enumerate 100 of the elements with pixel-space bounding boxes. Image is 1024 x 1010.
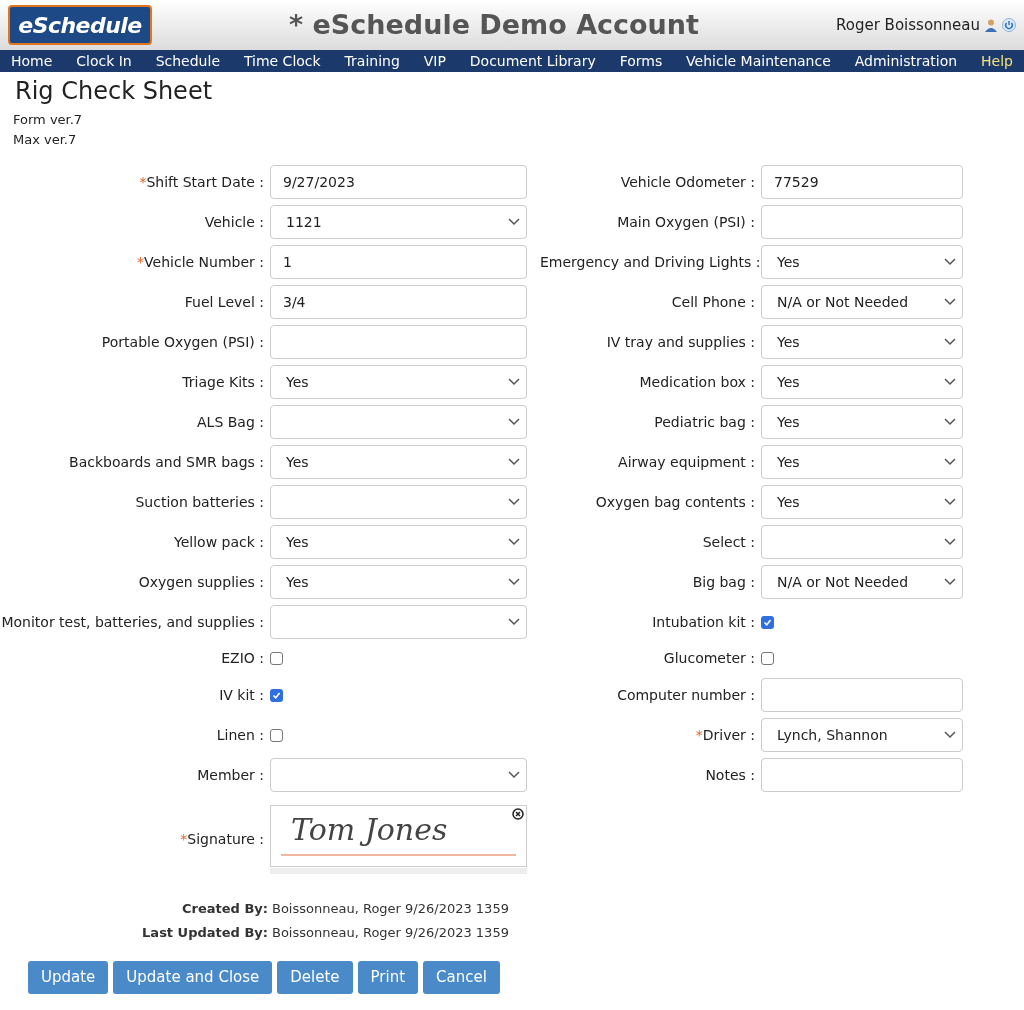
- select-field[interactable]: Yes: [761, 485, 963, 519]
- field-label: EZIO :: [221, 650, 264, 666]
- action-button[interactable]: Print: [357, 961, 419, 994]
- nav-link[interactable]: Training: [344, 50, 400, 72]
- signature-pad[interactable]: Tom Jones: [270, 804, 527, 867]
- action-button[interactable]: Delete: [277, 961, 353, 994]
- audit-label: Created By:: [181, 900, 269, 918]
- action-button[interactable]: Update and Close: [113, 961, 273, 994]
- nav-link[interactable]: Administration: [854, 50, 958, 72]
- field-label: Intubation kit :: [652, 613, 755, 630]
- field-label: Vehicle :: [204, 213, 264, 230]
- select-field[interactable]: Yes: [270, 565, 527, 599]
- chevron-down-icon: [944, 418, 956, 426]
- select-field[interactable]: [761, 525, 963, 559]
- field-label: *Vehicle Number :: [137, 253, 264, 270]
- field-label: Oxygen supplies :: [138, 573, 264, 590]
- select-field[interactable]: Yes: [761, 365, 963, 399]
- checkbox[interactable]: [761, 652, 774, 665]
- select-field[interactable]: N/A or Not Needed: [761, 285, 963, 319]
- audit-value: Boissonneau, Roger 9/26/2023 1359: [272, 924, 509, 942]
- chevron-down-icon: [508, 771, 520, 779]
- checkbox[interactable]: [270, 688, 283, 702]
- nav-link[interactable]: VIP: [423, 50, 446, 72]
- nav-link[interactable]: Schedule: [155, 50, 220, 72]
- field-label: IV kit :: [219, 686, 264, 703]
- action-button[interactable]: Update: [28, 961, 109, 994]
- chevron-down-icon: [944, 731, 956, 739]
- field-label: Computer number :: [617, 686, 755, 703]
- field-label: *Driver :: [695, 726, 755, 743]
- close-icon[interactable]: [512, 807, 524, 820]
- select-field[interactable]: Yes: [270, 365, 527, 399]
- field-label: Oxygen bag contents :: [595, 493, 755, 510]
- field-label: Monitor test, batteries, and supplies :: [1, 613, 264, 630]
- text-field[interactable]: 77529: [761, 165, 963, 199]
- select-field[interactable]: 1121: [270, 205, 527, 239]
- text-field[interactable]: [761, 678, 963, 712]
- text-field[interactable]: 1: [270, 245, 527, 279]
- text-field[interactable]: 3/4: [270, 285, 527, 319]
- select-field[interactable]: Yes: [761, 325, 963, 359]
- field-label: *Shift Start Date :: [139, 173, 264, 190]
- select-field[interactable]: [270, 605, 527, 639]
- version-text: Form ver.7: [13, 111, 84, 129]
- nav-link[interactable]: Vehicle Maintenance: [686, 50, 831, 72]
- text-field[interactable]: [761, 205, 963, 239]
- select-field[interactable]: Lynch, Shannon: [761, 718, 963, 752]
- field-label: Linen :: [216, 726, 264, 743]
- select-field[interactable]: [270, 485, 527, 519]
- text-field[interactable]: 9/27/2023: [270, 165, 527, 199]
- select-field[interactable]: [270, 405, 527, 439]
- select-field[interactable]: [270, 758, 527, 792]
- field-label: Main Oxygen (PSI) :: [617, 213, 755, 230]
- action-button[interactable]: Cancel: [423, 961, 500, 994]
- select-field[interactable]: Yes: [761, 445, 963, 479]
- user-name[interactable]: Roger Boissonneau: [836, 13, 980, 37]
- checkbox[interactable]: [270, 652, 283, 665]
- select-field[interactable]: Yes: [761, 245, 963, 279]
- select-field[interactable]: N/A or Not Needed: [761, 565, 963, 599]
- field-label: Yellow pack :: [174, 533, 264, 550]
- user-icon[interactable]: [984, 18, 998, 32]
- nav-link[interactable]: Document Library: [469, 50, 596, 72]
- nav-link[interactable]: Help: [981, 50, 1013, 72]
- chevron-down-icon: [944, 338, 956, 346]
- account-title: * eSchedule Demo Account: [288, 7, 700, 42]
- checkbox[interactable]: [270, 728, 283, 742]
- version-text: Max ver.7: [13, 131, 78, 149]
- field-label: Medication box :: [639, 373, 755, 390]
- checkbox[interactable]: [761, 615, 774, 629]
- chevron-down-icon: [944, 258, 956, 266]
- chevron-down-icon: [508, 578, 520, 586]
- signature-text: Tom Jones: [291, 811, 448, 848]
- nav-link[interactable]: Forms: [619, 50, 663, 72]
- audit-value: Boissonneau, Roger 9/26/2023 1359: [272, 900, 509, 918]
- power-icon[interactable]: [1002, 18, 1016, 32]
- chevron-down-icon: [944, 578, 956, 586]
- chevron-down-icon: [508, 498, 520, 506]
- field-label: Notes :: [705, 766, 755, 783]
- select-field[interactable]: Yes: [270, 525, 527, 559]
- logo[interactable]: eSchedule: [8, 5, 152, 45]
- field-label: Emergency and Driving Lights :: [540, 253, 761, 270]
- field-label: Member :: [197, 766, 264, 783]
- select-field[interactable]: Yes: [761, 405, 963, 439]
- field-label: Pediatric bag :: [654, 413, 755, 430]
- field-label: Fuel Level :: [184, 293, 264, 310]
- field-label: Cell Phone :: [671, 293, 755, 310]
- audit-label: Last Updated By:: [141, 924, 269, 942]
- chevron-down-icon: [944, 538, 956, 546]
- nav-link[interactable]: Clock In: [76, 50, 132, 72]
- field-label: Vehicle Odometer :: [620, 173, 755, 190]
- nav-link[interactable]: Time Clock: [243, 50, 321, 72]
- chevron-down-icon: [508, 538, 520, 546]
- chevron-down-icon: [508, 218, 520, 226]
- text-field[interactable]: [270, 325, 527, 359]
- text-field[interactable]: [761, 758, 963, 792]
- select-field[interactable]: Yes: [270, 445, 527, 479]
- field-label: Airway equipment :: [618, 453, 755, 470]
- chevron-down-icon: [944, 298, 956, 306]
- chevron-down-icon: [944, 458, 956, 466]
- field-label: Portable Oxygen (PSI) :: [101, 333, 264, 350]
- nav-link[interactable]: Home: [11, 50, 53, 72]
- chevron-down-icon: [944, 378, 956, 386]
